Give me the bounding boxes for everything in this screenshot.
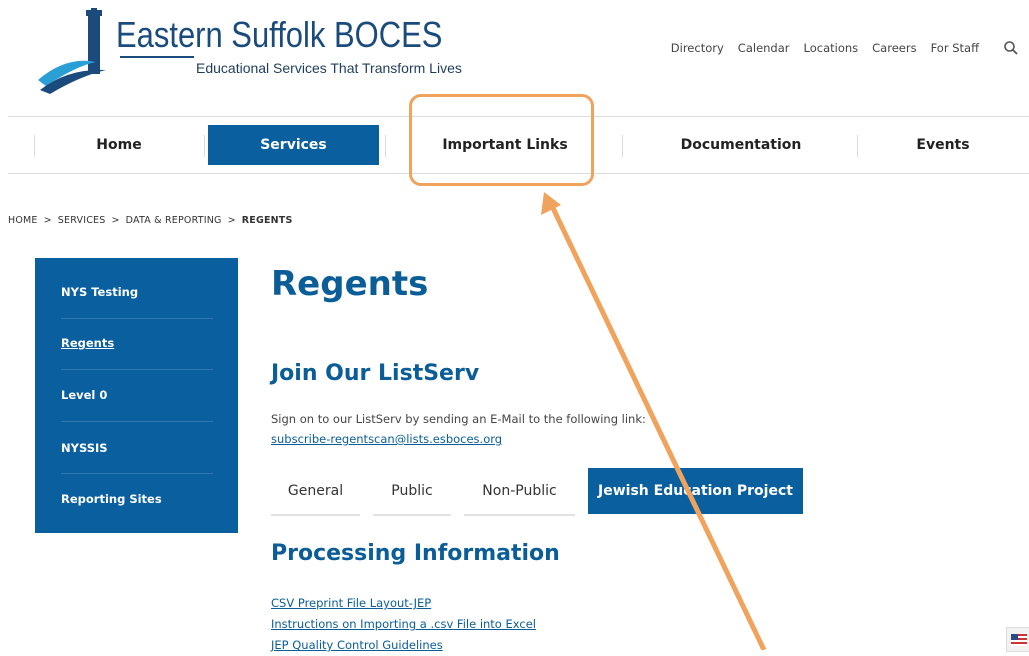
nav-separator xyxy=(204,135,205,157)
site-logo[interactable]: Eastern Suffolk BOCES Educational Servic… xyxy=(36,8,466,94)
search-icon[interactable] xyxy=(1003,40,1019,56)
breadcrumb-data-reporting[interactable]: DATA & REPORTING xyxy=(126,215,222,226)
sidebar-item-nyssis[interactable]: NYSSIS xyxy=(61,441,108,455)
util-link-locations[interactable]: Locations xyxy=(804,41,859,55)
breadcrumb: HOME > SERVICES > DATA & REPORTING > REGENTS xyxy=(8,215,293,226)
breadcrumb-home[interactable]: HOME xyxy=(8,215,38,226)
breadcrumb-separator: > xyxy=(43,215,52,226)
sidebar-divider xyxy=(61,369,213,370)
breadcrumb-separator: > xyxy=(111,215,120,226)
listserv-text: Sign on to our ListServ by sending an E-… xyxy=(271,412,646,426)
breadcrumb-services[interactable]: SERVICES xyxy=(58,215,106,226)
logo-title: Eastern Suffolk BOCES xyxy=(116,14,443,55)
nav-separator xyxy=(857,135,858,157)
utility-nav: Directory Calendar Locations Careers For… xyxy=(671,40,1019,56)
util-link-for-staff[interactable]: For Staff xyxy=(931,41,979,55)
sidebar-divider xyxy=(61,473,213,474)
tab-jewish-education-project[interactable]: Jewish Education Project xyxy=(588,468,803,514)
logo-rule xyxy=(120,56,194,58)
nav-separator xyxy=(34,135,35,157)
processing-heading: Processing Information xyxy=(271,541,560,566)
tab-public[interactable]: Public xyxy=(373,468,451,516)
link-csv-preprint[interactable]: CSV Preprint File Layout-JEP xyxy=(271,596,431,610)
sidebar-divider xyxy=(61,318,213,319)
lighthouse-logo-icon xyxy=(38,8,106,94)
us-flag-icon[interactable] xyxy=(1006,627,1029,652)
util-link-calendar[interactable]: Calendar xyxy=(738,41,790,55)
sidebar-divider xyxy=(61,421,213,422)
page-title: Regents xyxy=(271,264,429,304)
link-importing-csv[interactable]: Instructions on Importing a .csv File in… xyxy=(271,617,536,631)
annotation-highlight-box xyxy=(409,94,594,186)
sidebar-item-reporting-sites[interactable]: Reporting Sites xyxy=(61,492,162,506)
breadcrumb-separator: > xyxy=(227,215,236,226)
tab-general[interactable]: General xyxy=(271,468,360,516)
logo-tagline: Educational Services That Transform Live… xyxy=(196,60,462,76)
nav-item-services[interactable]: Services xyxy=(208,125,379,165)
sidebar: NYS Testing Regents Level 0 NYSSIS Repor… xyxy=(35,258,238,533)
tab-non-public[interactable]: Non-Public xyxy=(464,468,575,516)
sidebar-item-level-0[interactable]: Level 0 xyxy=(61,388,107,402)
sidebar-item-nys-testing[interactable]: NYS Testing xyxy=(61,285,138,299)
breadcrumb-current: REGENTS xyxy=(241,215,293,226)
nav-item-home[interactable]: Home xyxy=(36,117,202,173)
listserv-email-link[interactable]: subscribe-regentscan@lists.esboces.org xyxy=(271,432,502,446)
util-link-directory[interactable]: Directory xyxy=(671,41,724,55)
nav-separator xyxy=(622,135,623,157)
nav-item-events[interactable]: Events xyxy=(860,117,1026,173)
nav-item-documentation[interactable]: Documentation xyxy=(626,117,856,173)
sidebar-item-regents[interactable]: Regents xyxy=(61,336,114,350)
util-link-careers[interactable]: Careers xyxy=(872,41,916,55)
listserv-heading: Join Our ListServ xyxy=(271,361,480,386)
nav-separator xyxy=(385,135,386,157)
